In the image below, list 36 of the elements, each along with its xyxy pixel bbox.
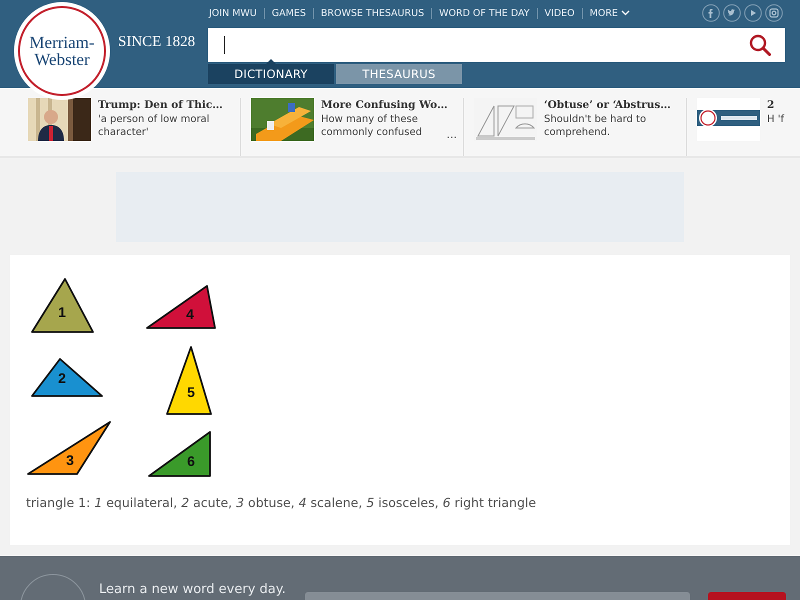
search-tab[interactable]: THESAURUS (336, 64, 462, 84)
nav-link[interactable]: BROWSE THESAURUS (312, 8, 432, 18)
story-title[interactable]: 2 (767, 99, 787, 111)
play-icon[interactable] (744, 4, 762, 22)
story-title[interactable]: More Confusing Wo… (321, 99, 461, 111)
nav-link[interactable]: GAMES (264, 8, 313, 18)
search-field[interactable] (208, 28, 785, 62)
story-summary: 'a person of low moral character' (98, 114, 210, 139)
story-summary: Shouldn't be hard to comprehend. (544, 114, 648, 139)
since-text: SINCE 1828 (118, 34, 196, 51)
triangle-number: 5 (187, 384, 195, 400)
nav-link[interactable]: JOIN MWU (208, 8, 264, 18)
logo-text: Webster (34, 51, 90, 68)
nav-link[interactable]: MORE (582, 8, 637, 18)
story-summary: H 'f (767, 114, 786, 126)
twitter-icon[interactable] (723, 4, 741, 22)
triangle-number: 6 (187, 453, 195, 469)
nav-link[interactable]: VIDEO (536, 8, 582, 18)
facebook-icon[interactable] (702, 4, 720, 22)
triangle-number: 3 (66, 452, 74, 468)
story-title[interactable]: Trump: Den of Thic… (98, 99, 238, 111)
triangle-number: 2 (58, 370, 66, 386)
logo-text: Merriam- (29, 34, 95, 51)
logo-badge[interactable]: Merriam- Webster (14, 2, 110, 100)
search-icon[interactable] (749, 34, 771, 56)
figure-caption: triangle 1: 1 equilateral, 2 acute, 3 obtuse, 4 scalene, 5 isosceles, 6 right triangle (26, 495, 538, 510)
triangle-number: 1 (58, 304, 66, 320)
more-ellipsis: … (446, 129, 457, 141)
tab-pointer (266, 59, 276, 64)
story-summary: How many of these commonly confused (321, 114, 423, 139)
nav-link[interactable]: WORD OF THE DAY (431, 8, 537, 18)
chevron-icon (620, 10, 630, 16)
footer-text: Learn a new word every day. (99, 582, 286, 597)
triangle-number: 4 (186, 306, 194, 322)
camera-icon[interactable] (765, 4, 783, 22)
story-title[interactable]: ‘Obtuse’ or ‘Abstrus… (544, 99, 684, 111)
